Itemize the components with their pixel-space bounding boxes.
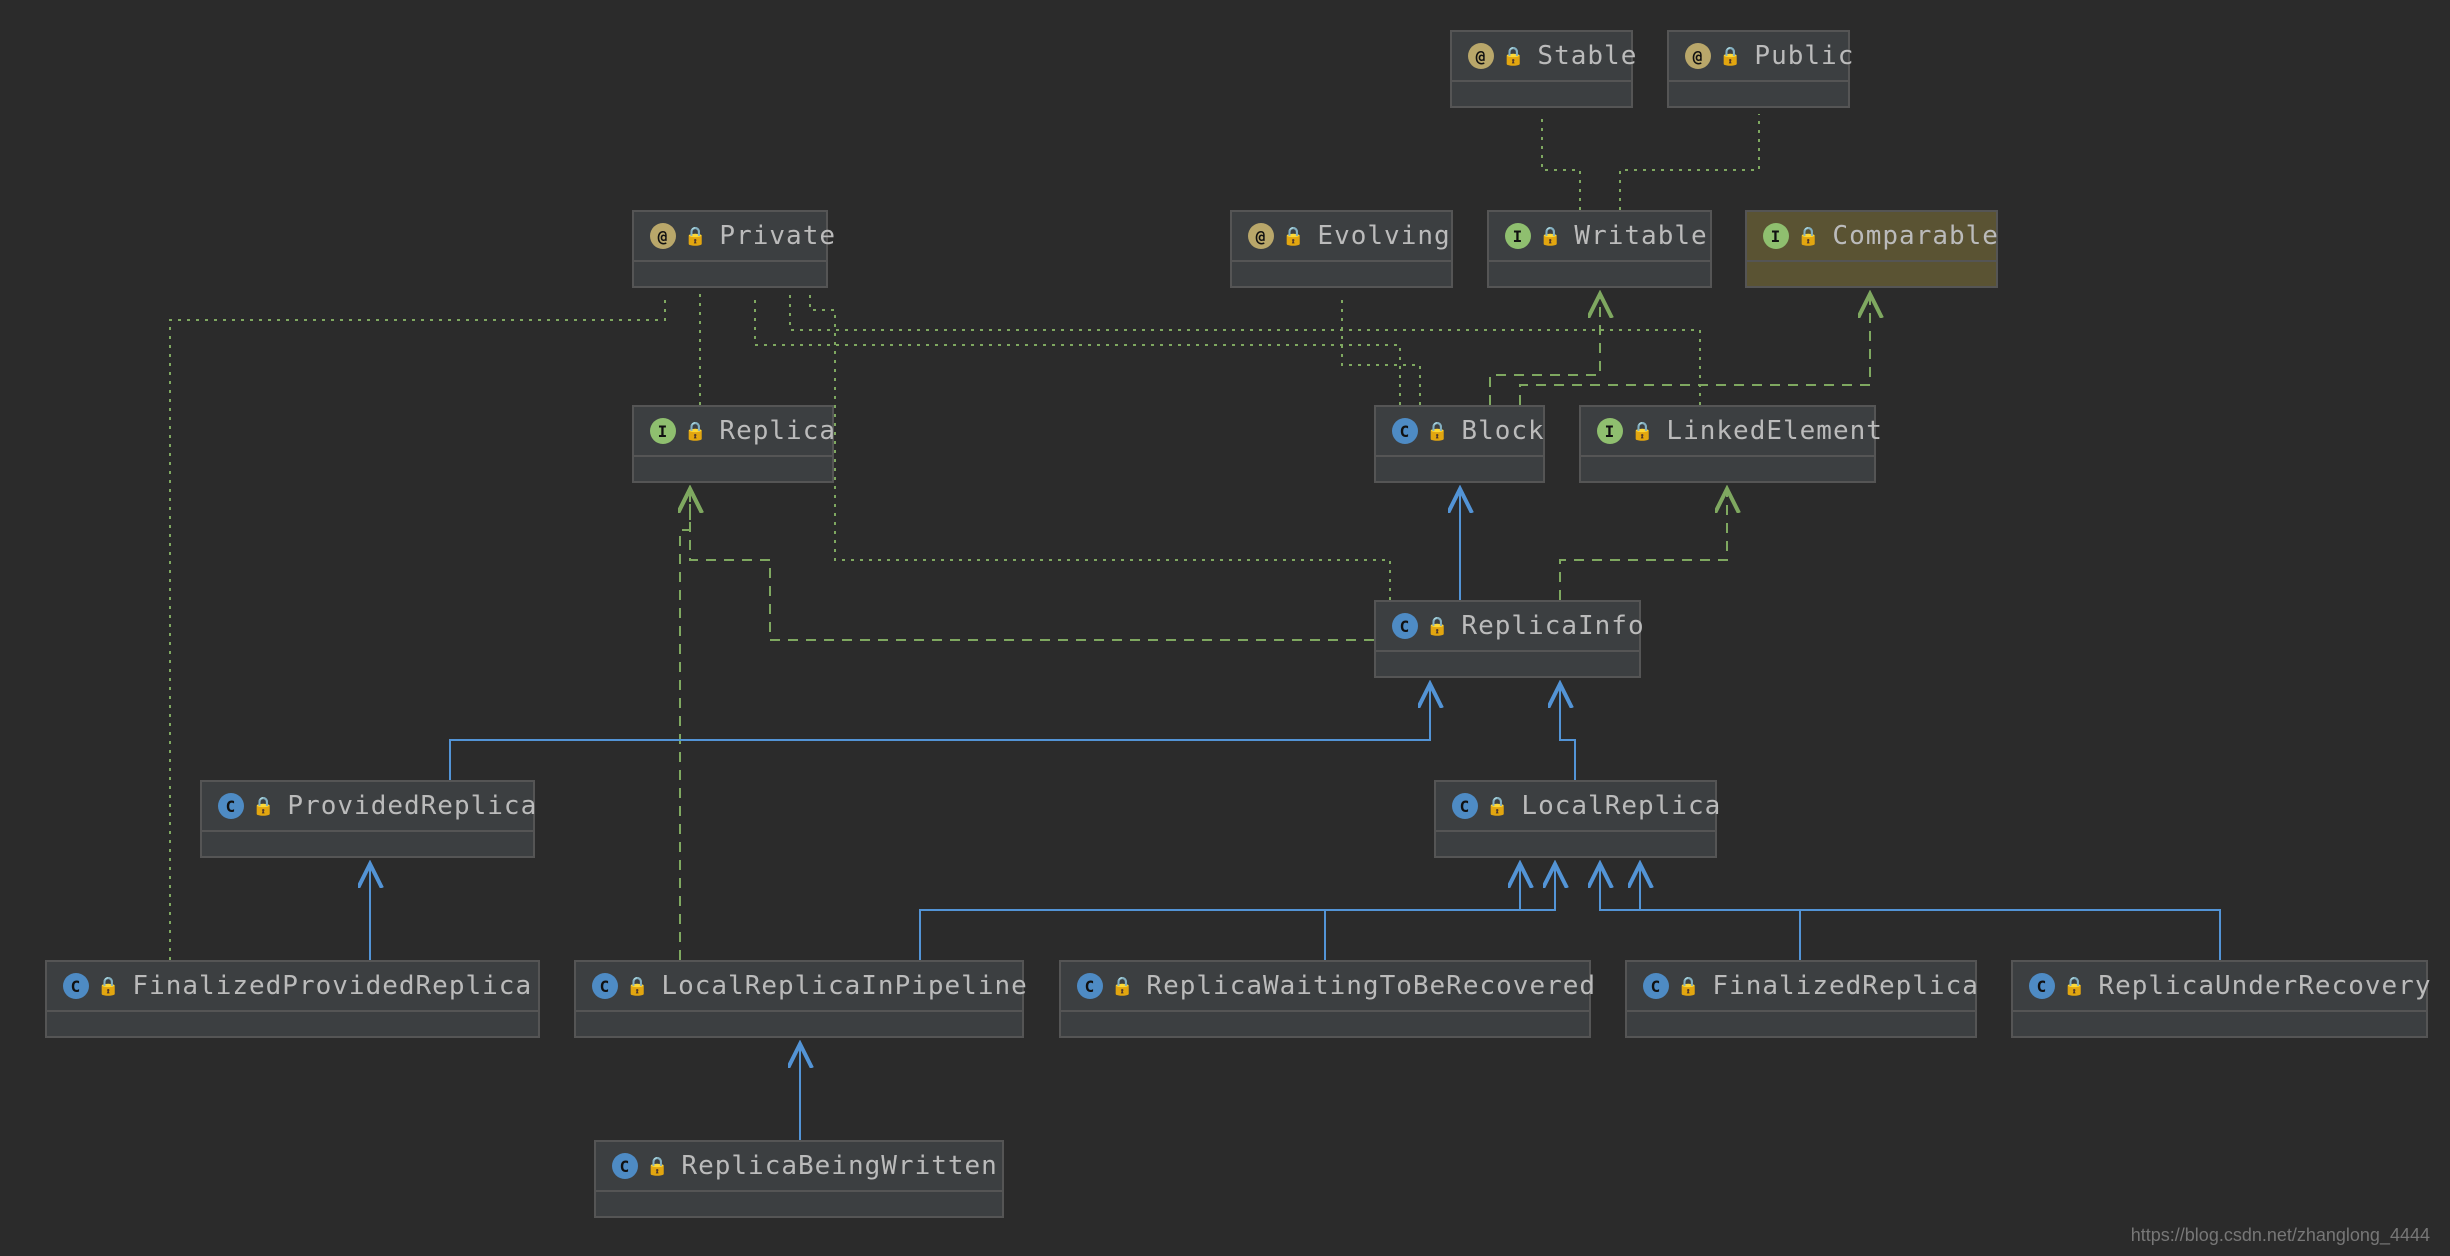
node-beingwritten[interactable]: C 🔒 ReplicaBeingWritten [594, 1140, 1004, 1218]
node-replicawaiting[interactable]: C🔒ReplicaWaitingToBeRecovered [1059, 960, 1591, 1038]
node-label: LinkedElement [1666, 416, 1883, 446]
lock-icon: 🔒 [1111, 976, 1134, 997]
node-label: FinalizedReplica [1712, 971, 1978, 1001]
node-label: Block [1461, 416, 1544, 446]
node-label: ReplicaWaitingToBeRecovered [1146, 971, 1596, 1001]
interface-icon: I [1505, 223, 1531, 249]
node-replicainfo[interactable]: C 🔒 ReplicaInfo [1374, 600, 1641, 678]
class-icon: C [1392, 418, 1418, 444]
class-icon: C [63, 973, 89, 999]
node-replicaunderrecovery[interactable]: C 🔒 ReplicaUnderRecovery [2011, 960, 2428, 1038]
node-localreplica[interactable]: C🔒LocalReplica [1434, 780, 1717, 858]
node-label: Stable [1537, 41, 1637, 71]
node-label: Comparable [1832, 221, 1999, 251]
node-label: LocalReplicaInPipeline [661, 971, 1027, 1001]
lock-icon: 🔒 [1502, 46, 1525, 67]
lock-icon: 🔒 [1539, 226, 1562, 247]
lock-icon: 🔒 [1797, 226, 1820, 247]
lock-icon: 🔒 [1719, 46, 1742, 67]
node-label: Writable [1574, 221, 1707, 251]
class-icon: C [592, 973, 618, 999]
lock-icon: 🔒 [252, 796, 275, 817]
node-label: ProvidedReplica [287, 791, 537, 821]
interface-icon: I [650, 418, 676, 444]
node-label: ReplicaBeingWritten [681, 1151, 997, 1181]
node-evolving[interactable]: @ 🔒 Evolving [1230, 210, 1453, 288]
annotation-icon: @ [650, 223, 676, 249]
class-icon: C [218, 793, 244, 819]
lock-icon: 🔒 [1677, 976, 1700, 997]
lock-icon: 🔒 [1486, 796, 1509, 817]
node-label: FinalizedProvidedReplica [132, 971, 532, 1001]
node-replica[interactable]: I 🔒 Replica [632, 405, 834, 483]
node-label: ReplicaInfo [1461, 611, 1644, 641]
lock-icon: 🔒 [626, 976, 649, 997]
annotation-icon: @ [1685, 43, 1711, 69]
lock-icon: 🔒 [1426, 421, 1449, 442]
node-public[interactable]: @🔒Public [1667, 30, 1850, 108]
watermark: https://blog.csdn.net/zhanglong_4444 [2131, 1225, 2430, 1246]
lock-icon: 🔒 [2063, 976, 2086, 997]
lock-icon: 🔒 [1426, 616, 1449, 637]
node-writable[interactable]: I 🔒 Writable [1487, 210, 1712, 288]
node-block[interactable]: C 🔒 Block [1374, 405, 1545, 483]
node-private[interactable]: @🔒Private [632, 210, 828, 288]
class-icon: C [612, 1153, 638, 1179]
class-icon: C [1643, 973, 1669, 999]
lock-icon: 🔒 [684, 421, 707, 442]
diagram-canvas: { "diagram": { "type": "uml-class-hierar… [0, 0, 2450, 1256]
class-icon: C [1452, 793, 1478, 819]
annotation-icon: @ [1248, 223, 1274, 249]
node-providedreplica[interactable]: C 🔒 ProvidedReplica [200, 780, 535, 858]
node-finalizedprovided[interactable]: C 🔒 FinalizedProvidedReplica [45, 960, 540, 1038]
node-linkedelement[interactable]: I🔒LinkedElement [1579, 405, 1876, 483]
lock-icon: 🔒 [684, 226, 707, 247]
annotation-icon: @ [1468, 43, 1494, 69]
lock-icon: 🔒 [97, 976, 120, 997]
node-label: LocalReplica [1521, 791, 1721, 821]
class-icon: C [1392, 613, 1418, 639]
node-finalizedreplica[interactable]: C 🔒 FinalizedReplica [1625, 960, 1977, 1038]
node-label: ReplicaUnderRecovery [2098, 971, 2431, 1001]
interface-icon: I [1597, 418, 1623, 444]
node-localinpipeline[interactable]: C 🔒 LocalReplicaInPipeline [574, 960, 1024, 1038]
class-icon: C [1077, 973, 1103, 999]
node-stable[interactable]: @🔒Stable [1450, 30, 1633, 108]
node-label: Evolving [1317, 221, 1450, 251]
lock-icon: 🔒 [646, 1156, 669, 1177]
edge-layer [0, 0, 2450, 1256]
interface-icon: I [1763, 223, 1789, 249]
node-label: Private [719, 221, 836, 251]
class-icon: C [2029, 973, 2055, 999]
node-label: Replica [719, 416, 836, 446]
node-label: Public [1754, 41, 1854, 71]
lock-icon: 🔒 [1631, 421, 1654, 442]
node-comparable[interactable]: I 🔒 Comparable [1745, 210, 1998, 288]
lock-icon: 🔒 [1282, 226, 1305, 247]
